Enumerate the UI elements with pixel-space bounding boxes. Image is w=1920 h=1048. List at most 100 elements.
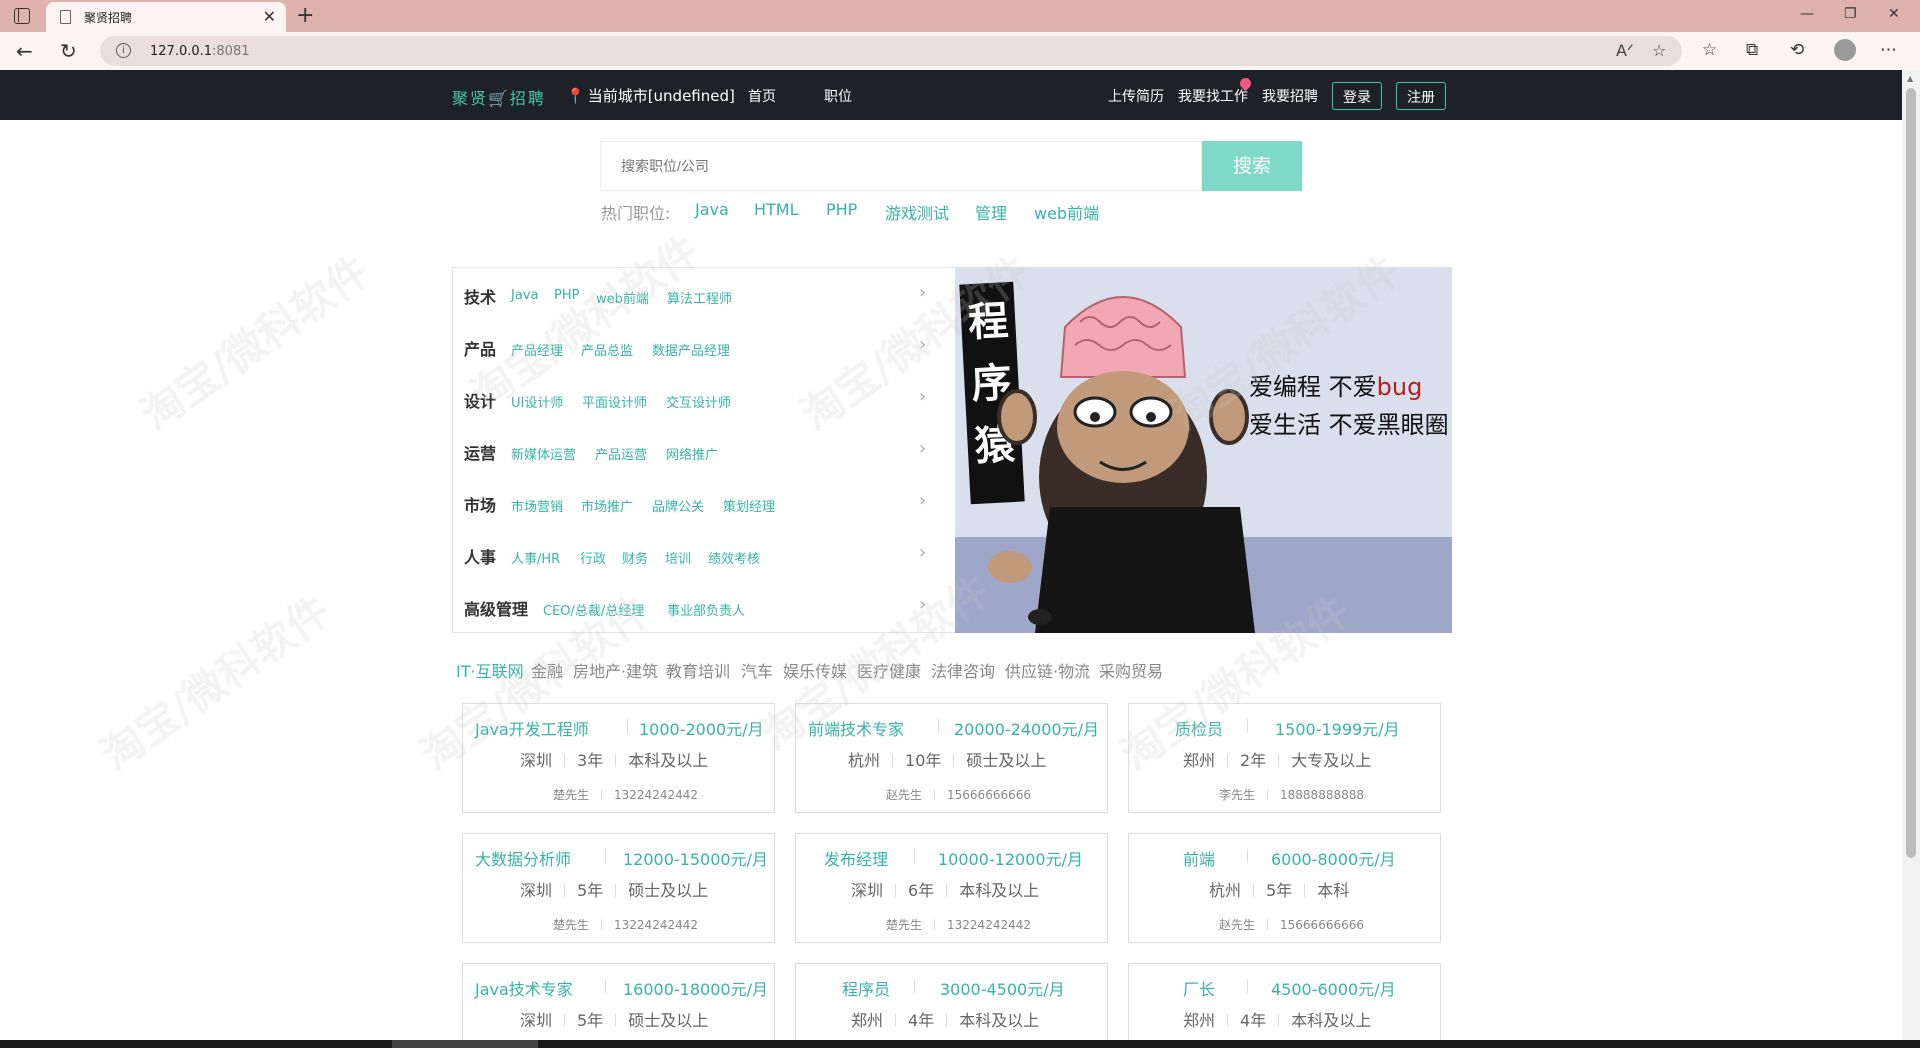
industry-tab[interactable]: 娱乐传媒 (783, 658, 847, 682)
category-tag[interactable]: 新媒体运营 (511, 444, 576, 463)
current-city[interactable]: 📍 当前城市[undefined] (566, 85, 735, 106)
job-title[interactable]: 质检员 (1175, 716, 1223, 740)
category-tag[interactable]: 行政 (580, 548, 606, 567)
site-logo[interactable]: 聚贤🛒招聘 (452, 85, 546, 109)
industry-tab[interactable]: 金融 (531, 658, 563, 682)
hot-job-link[interactable]: HTML (754, 200, 799, 219)
search-button[interactable]: 搜索 (1202, 141, 1302, 191)
login-button[interactable]: 登录 (1332, 82, 1382, 110)
nav-home[interactable]: 首页 (748, 86, 776, 106)
job-card[interactable]: 大数据分析师 12000-15000元/月 深圳 5年 硕士及以上 楚先生 13224… (462, 833, 775, 943)
category-tag[interactable]: 产品经理 (511, 340, 563, 359)
category-row-management[interactable]: 高级管理 CEO/总裁/总经理 事业部负责人 › (453, 580, 955, 632)
category-tag[interactable]: 产品总监 (581, 340, 633, 359)
industry-tab[interactable]: IT·互联网 (456, 658, 524, 682)
industry-tab[interactable]: 采购贸易 (1099, 658, 1163, 682)
category-tag[interactable]: 培训 (665, 548, 691, 567)
upload-resume-link[interactable]: 上传简历 (1108, 86, 1164, 106)
category-tag[interactable]: 市场营销 (511, 496, 563, 515)
category-tag[interactable]: 策划经理 (723, 496, 775, 515)
hot-job-link[interactable]: 管理 (975, 200, 1007, 224)
category-tag[interactable]: PHP (554, 288, 579, 303)
job-contact: 李先生 18888888888 (1219, 788, 1364, 802)
favorites-icon[interactable]: ☆ (1702, 40, 1717, 60)
add-favorite-icon[interactable]: ☆ (1652, 41, 1666, 60)
scrollbar-thumb[interactable] (1906, 88, 1916, 858)
category-row-hr[interactable]: 人事 人事/HR 行政 财务 培训 绩效考核 › (453, 528, 955, 580)
scroll-up-icon[interactable]: ▲ (1907, 74, 1913, 83)
register-button[interactable]: 注册 (1396, 82, 1446, 110)
category-row-tech[interactable]: 技术 Java PHP web前端 算法工程师 › (453, 268, 955, 320)
promo-banner[interactable]: 程序猿 爱编程 不爱bug 爱生活 不爱黑眼圈 (955, 267, 1452, 633)
page-scrollbar[interactable]: ▲ (1902, 70, 1920, 1040)
job-title[interactable]: 前端技术专家 (808, 716, 904, 740)
job-title[interactable]: Java技术专家 (475, 976, 573, 1000)
category-tag[interactable]: 市场推广 (581, 496, 633, 515)
more-icon[interactable]: ⋯ (1880, 40, 1897, 60)
industry-tab[interactable]: 供应链·物流 (1005, 658, 1090, 682)
read-aloud-icon[interactable]: Aᐟ (1616, 41, 1634, 60)
industry-tab[interactable]: 医疗健康 (857, 658, 921, 682)
tab-actions-icon[interactable] (14, 8, 30, 24)
find-job-link[interactable]: 我要找工作 (1178, 86, 1248, 106)
hot-job-link[interactable]: PHP (826, 200, 857, 219)
taskbar-item[interactable] (392, 1040, 538, 1048)
category-tag[interactable]: 平面设计师 (582, 392, 647, 411)
category-tag[interactable]: CEO/总裁/总经理 (543, 600, 644, 619)
job-card[interactable]: 前端 6000-8000元/月 杭州 5年 本科 赵先生 15666666666 (1128, 833, 1441, 943)
job-title[interactable]: 厂长 (1183, 976, 1215, 1000)
category-tag[interactable]: 事业部负责人 (667, 600, 745, 619)
category-tag[interactable]: 品牌公关 (652, 496, 704, 515)
category-row-operations[interactable]: 运营 新媒体运营 产品运营 网络推广 › (453, 424, 955, 476)
job-title[interactable]: 大数据分析师 (475, 846, 571, 870)
job-card[interactable]: 厂长 4500-6000元/月 郑州 4年 本科及以上 (1128, 963, 1441, 1040)
industry-tab[interactable]: 汽车 (741, 658, 773, 682)
url-field[interactable]: i 127.0.0.1:8081 Aᐟ ☆ (100, 36, 1682, 66)
category-tag[interactable]: UI设计师 (511, 392, 563, 411)
category-tag[interactable]: 绩效考核 (708, 548, 760, 567)
nav-jobs[interactable]: 职位 (824, 86, 852, 106)
refresh-icon[interactable]: ↻ (60, 39, 77, 63)
job-card[interactable]: 前端技术专家 20000-24000元/月 杭州 10年 硕士及以上 赵先生 1566… (795, 703, 1108, 813)
info-icon[interactable]: i (116, 43, 131, 58)
close-tab-icon[interactable]: ✕ (263, 7, 276, 26)
category-tag[interactable]: Java (511, 288, 538, 303)
recruit-link[interactable]: 我要招聘 (1262, 86, 1318, 106)
back-icon[interactable]: ← (16, 39, 33, 63)
category-tag[interactable]: 产品运营 (595, 444, 647, 463)
profile-avatar[interactable] (1834, 39, 1856, 61)
category-tag[interactable]: 数据产品经理 (652, 340, 730, 359)
job-card[interactable]: 质检员 1500-1999元/月 郑州 2年 大专及以上 李先生 1888888888… (1128, 703, 1441, 813)
hot-job-link[interactable]: web前端 (1034, 200, 1099, 224)
job-card[interactable]: Java技术专家 16000-18000元/月 深圳 5年 硕士及以上 (462, 963, 775, 1040)
job-title[interactable]: 发布经理 (824, 846, 888, 870)
industry-tab[interactable]: 法律咨询 (931, 658, 995, 682)
restore-icon[interactable]: ❐ (1844, 6, 1857, 22)
hot-job-link[interactable]: Java (695, 200, 729, 219)
industry-tab[interactable]: 房地产·建筑 (573, 658, 658, 682)
category-tag[interactable]: 网络推广 (666, 444, 718, 463)
category-tag[interactable]: 算法工程师 (667, 288, 732, 307)
job-card[interactable]: 发布经理 10000-12000元/月 深圳 6年 本科及以上 楚先生 1322424… (795, 833, 1108, 943)
category-row-product[interactable]: 产品 产品经理 产品总监 数据产品经理 › (453, 320, 955, 372)
minimize-icon[interactable]: — (1800, 6, 1814, 22)
job-card[interactable]: 程序员 3000-4500元/月 郑州 4年 本科及以上 (795, 963, 1108, 1040)
category-tag[interactable]: web前端 (596, 288, 649, 307)
category-tag[interactable]: 人事/HR (511, 548, 560, 567)
category-row-marketing[interactable]: 市场 市场营销 市场推广 品牌公关 策划经理 › (453, 476, 955, 528)
category-tag[interactable]: 交互设计师 (666, 392, 731, 411)
new-tab-icon[interactable]: + (296, 3, 314, 28)
job-card[interactable]: Java开发工程师 1000-2000元/月 深圳 3年 本科及以上 楚先生 1322… (462, 703, 775, 813)
hot-job-link[interactable]: 游戏测试 (885, 200, 949, 224)
browser-tab[interactable]: 聚贤招聘 ✕ (46, 2, 286, 32)
category-row-design[interactable]: 设计 UI设计师 平面设计师 交互设计师 › (453, 372, 955, 424)
job-title[interactable]: Java开发工程师 (475, 716, 589, 740)
category-tag[interactable]: 财务 (622, 548, 648, 567)
search-input[interactable] (600, 141, 1202, 191)
industry-tab[interactable]: 教育培训 (666, 658, 730, 682)
job-title[interactable]: 程序员 (842, 976, 890, 1000)
job-title[interactable]: 前端 (1183, 846, 1215, 870)
close-window-icon[interactable]: ✕ (1888, 6, 1900, 22)
collections-icon[interactable]: ⧉ (1746, 40, 1758, 60)
history-icon[interactable]: ⟲ (1790, 40, 1804, 60)
